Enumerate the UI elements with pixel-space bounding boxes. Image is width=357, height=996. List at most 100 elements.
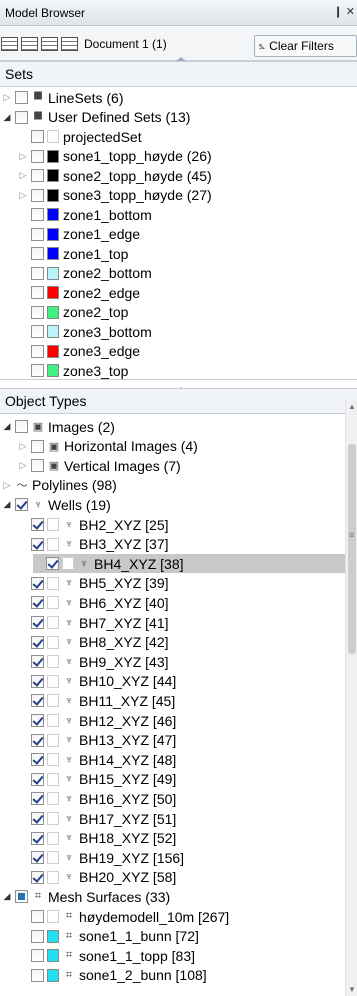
visibility-checkbox[interactable] bbox=[31, 208, 44, 221]
visibility-checkbox[interactable] bbox=[31, 305, 44, 319]
visibility-checkbox[interactable] bbox=[31, 851, 44, 865]
object-type-row[interactable]: ♆ BH11_XYZ [45] bbox=[18, 691, 175, 710]
color-swatch[interactable] bbox=[47, 674, 59, 688]
visibility-checkbox[interactable] bbox=[15, 890, 28, 904]
visibility-checkbox[interactable] bbox=[15, 498, 28, 512]
expand-arrow-icon[interactable]: ▷ bbox=[18, 460, 28, 471]
object-type-row[interactable]: ◢ ♆ Wells (19) bbox=[2, 495, 111, 514]
color-swatch[interactable] bbox=[47, 537, 59, 551]
expand-arrow-icon[interactable]: ▷ bbox=[18, 190, 28, 201]
color-swatch[interactable] bbox=[47, 694, 59, 708]
set-item-row[interactable]: ▷ ⯀ LineSets (6) bbox=[2, 88, 124, 107]
set-item-row[interactable]: zone1_top bbox=[18, 244, 128, 263]
collapse-arrow-icon[interactable]: ◢ bbox=[2, 499, 12, 510]
object-type-row[interactable]: ♆ BH13_XYZ [47] bbox=[18, 731, 176, 750]
visibility-checkbox[interactable] bbox=[31, 635, 44, 649]
visibility-checkbox[interactable] bbox=[31, 130, 44, 143]
set-item-row[interactable]: zone2_edge bbox=[18, 283, 140, 302]
object-type-row[interactable]: ♆ BH15_XYZ [49] bbox=[18, 770, 176, 789]
layout-two-icon[interactable] bbox=[21, 36, 38, 51]
object-type-row[interactable]: ♆ BH2_XYZ [25] bbox=[18, 515, 169, 534]
color-swatch[interactable] bbox=[47, 635, 59, 649]
set-item-row[interactable]: ▷ sone3_topp_høyde (27) bbox=[18, 186, 212, 205]
visibility-checkbox[interactable] bbox=[31, 949, 44, 963]
color-swatch[interactable] bbox=[47, 247, 59, 260]
object-type-row[interactable]: ⌗ høydemodell_10m [267] bbox=[18, 907, 229, 926]
expand-arrow-icon[interactable]: ▷ bbox=[18, 170, 28, 181]
color-swatch[interactable] bbox=[47, 344, 59, 358]
set-item-row[interactable]: zone2_bottom bbox=[18, 264, 152, 283]
object-type-row[interactable]: ♆ BH7_XYZ [41] bbox=[18, 613, 169, 632]
clear-filters-button[interactable]: ⦩ Clear Filters bbox=[254, 35, 357, 57]
object-type-row[interactable]: ♆ BH10_XYZ [44] bbox=[18, 672, 176, 691]
color-swatch[interactable] bbox=[47, 714, 59, 727]
visibility-checkbox[interactable] bbox=[31, 227, 44, 241]
scroll-up-icon[interactable]: ▲ bbox=[348, 402, 356, 411]
color-swatch[interactable] bbox=[47, 753, 59, 767]
object-type-row[interactable]: ◢ ⌗ Mesh Surfaces (33) bbox=[2, 887, 171, 906]
object-type-row[interactable]: ♆ BH4_XYZ [38] bbox=[33, 554, 345, 574]
visibility-checkbox[interactable] bbox=[46, 557, 59, 571]
object-type-row[interactable]: ♆ BH18_XYZ [52] bbox=[18, 829, 176, 848]
object-type-row[interactable]: ♆ BH17_XYZ [51] bbox=[18, 809, 176, 828]
set-item-row[interactable]: zone1_bottom bbox=[18, 205, 152, 224]
visibility-checkbox[interactable] bbox=[31, 247, 44, 260]
visibility-checkbox[interactable] bbox=[31, 929, 44, 943]
object-type-row[interactable]: ♆ BH16_XYZ [50] bbox=[18, 789, 176, 808]
object-type-row[interactable]: ◢ ▣ Images (2) bbox=[2, 417, 115, 436]
collapse-arrow-icon[interactable]: ◢ bbox=[2, 891, 12, 902]
visibility-checkbox[interactable] bbox=[31, 714, 44, 727]
color-swatch[interactable] bbox=[47, 812, 59, 825]
visibility-checkbox[interactable] bbox=[31, 616, 44, 629]
set-item-row[interactable]: zone3_edge bbox=[18, 342, 140, 361]
object-type-row[interactable]: ▷ ▣ Horizontal Images (4) bbox=[18, 437, 198, 456]
expand-arrow-icon[interactable]: ▷ bbox=[2, 92, 12, 103]
set-item-row[interactable]: ◢ ⯀ User Defined Sets (13) bbox=[2, 108, 191, 127]
object-types-scrollbar[interactable]: ▲ ≡ ▼ bbox=[345, 400, 357, 996]
set-item-row[interactable]: zone1_edge bbox=[18, 225, 140, 244]
color-swatch[interactable] bbox=[47, 831, 59, 845]
color-swatch[interactable] bbox=[47, 949, 59, 963]
object-type-row[interactable]: ♆ BH12_XYZ [46] bbox=[18, 711, 176, 730]
color-swatch[interactable] bbox=[47, 929, 59, 943]
expand-arrow-icon[interactable]: ▷ bbox=[2, 480, 12, 491]
color-swatch[interactable] bbox=[47, 518, 59, 531]
visibility-checkbox[interactable] bbox=[31, 344, 44, 358]
color-swatch[interactable] bbox=[47, 655, 59, 669]
visibility-checkbox[interactable] bbox=[31, 169, 44, 182]
visibility-checkbox[interactable] bbox=[31, 325, 44, 338]
color-swatch[interactable] bbox=[47, 596, 59, 610]
object-type-row[interactable]: ♆ BH3_XYZ [37] bbox=[18, 535, 169, 554]
set-item-row[interactable]: ▷ sone1_topp_høyde (26) bbox=[18, 147, 212, 166]
visibility-checkbox[interactable] bbox=[31, 733, 44, 747]
color-swatch[interactable] bbox=[47, 305, 59, 319]
visibility-checkbox[interactable] bbox=[31, 149, 44, 163]
visibility-checkbox[interactable] bbox=[31, 694, 44, 708]
window-controls[interactable]: ❙ ✕ bbox=[334, 5, 356, 18]
visibility-checkbox[interactable] bbox=[31, 792, 44, 806]
scroll-down-icon[interactable]: ▼ bbox=[348, 985, 356, 994]
visibility-checkbox[interactable] bbox=[31, 910, 44, 923]
object-type-row[interactable]: ♆ BH20_XYZ [58] bbox=[18, 868, 176, 887]
visibility-checkbox[interactable] bbox=[31, 596, 44, 610]
layout-one-icon[interactable] bbox=[1, 36, 18, 51]
object-type-row[interactable]: ♆ BH19_XYZ [156] bbox=[18, 848, 184, 867]
visibility-checkbox[interactable] bbox=[31, 537, 44, 551]
visibility-checkbox[interactable] bbox=[31, 188, 44, 202]
set-item-row[interactable]: zone2_top bbox=[18, 303, 128, 322]
color-swatch[interactable] bbox=[47, 792, 59, 806]
visibility-checkbox[interactable] bbox=[31, 364, 44, 377]
object-type-row[interactable]: ▷ ▣ Vertical Images (7) bbox=[18, 456, 181, 475]
color-swatch[interactable] bbox=[47, 227, 59, 241]
visibility-checkbox[interactable] bbox=[15, 110, 28, 124]
object-type-row[interactable]: ⌗ sone1_1_topp [83] bbox=[18, 946, 195, 965]
document-selector[interactable]: Document 1 (1) bbox=[84, 37, 167, 51]
color-swatch[interactable] bbox=[47, 616, 59, 629]
object-type-row[interactable]: ♆ BH8_XYZ [42] bbox=[18, 633, 169, 652]
layout-three-icon[interactable] bbox=[41, 36, 58, 51]
layout-four-icon[interactable] bbox=[61, 36, 78, 51]
color-swatch[interactable] bbox=[47, 576, 59, 590]
visibility-checkbox[interactable] bbox=[31, 286, 44, 299]
color-swatch[interactable] bbox=[62, 557, 74, 571]
collapse-arrow-icon[interactable]: ◢ bbox=[2, 421, 12, 432]
